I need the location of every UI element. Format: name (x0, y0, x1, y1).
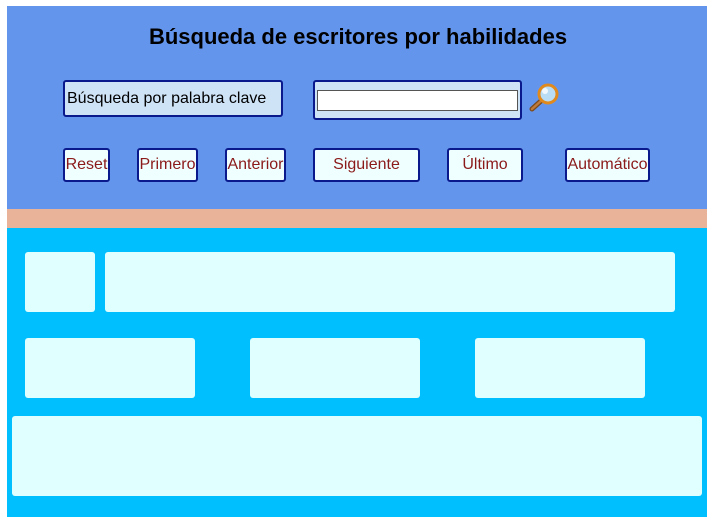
last-button[interactable]: Último (447, 148, 523, 182)
first-button[interactable]: Primero (137, 148, 198, 182)
writer-name-field (105, 252, 675, 312)
search-box (313, 80, 522, 120)
search-label: Búsqueda por palabra clave (63, 80, 283, 117)
automatic-button[interactable]: Automático (565, 148, 650, 182)
skill-field-2 (250, 338, 420, 398)
magnifier-icon[interactable] (527, 83, 561, 113)
description-field (12, 416, 702, 496)
skill-field-1 (25, 338, 195, 398)
skill-field-3 (475, 338, 645, 398)
writer-photo-field (25, 252, 95, 312)
reset-button[interactable]: Reset (63, 148, 110, 182)
search-input[interactable] (317, 90, 518, 111)
next-button[interactable]: Siguiente (313, 148, 420, 182)
previous-button[interactable]: Anterior (225, 148, 286, 182)
divider-bar (7, 209, 707, 228)
page-title: Búsqueda de escritores por habilidades (148, 24, 568, 49)
